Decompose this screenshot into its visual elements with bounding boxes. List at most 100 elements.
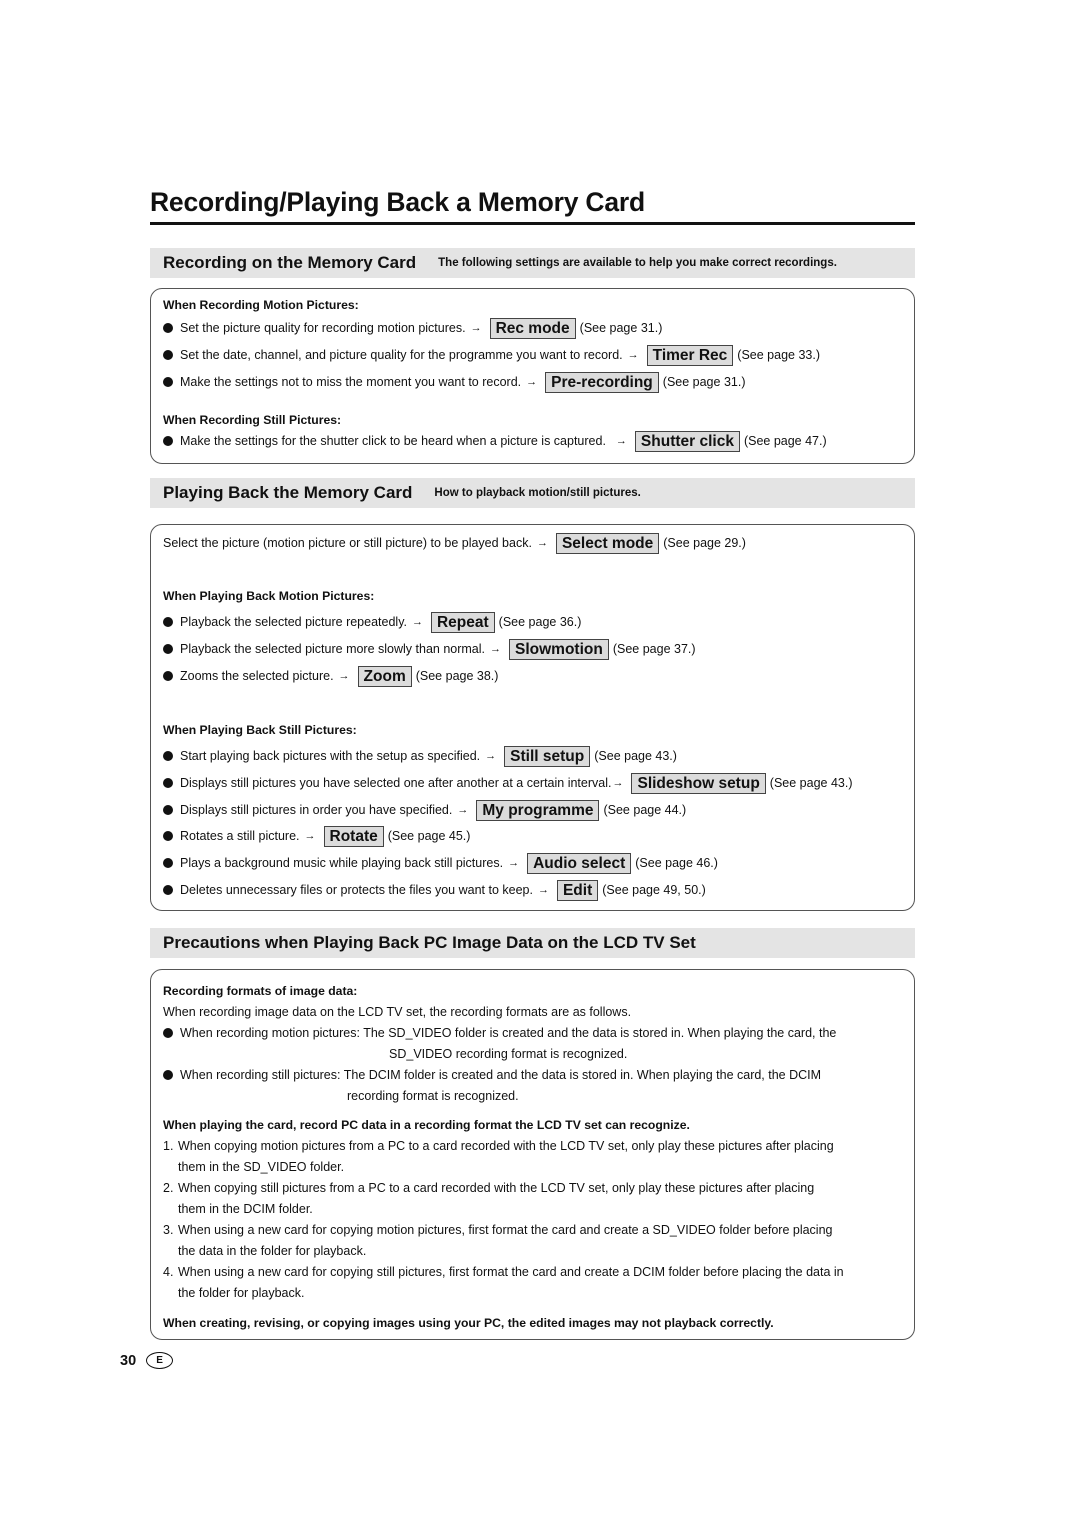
bullet-icon [163, 671, 173, 681]
still-setup-button[interactable]: Still setup [504, 745, 591, 767]
page-title: Recording/Playing Back a Memory Card [150, 186, 915, 225]
arrow-right-icon: → [470, 322, 482, 334]
bullet-icon [163, 778, 173, 788]
list-item: Displays still pictures you have selecte… [163, 772, 853, 794]
section-title: Playing Back the Memory Card [163, 483, 413, 502]
page-reference: (See page 43.) [594, 749, 677, 763]
item-text-continued: recording format is recognized. [347, 1089, 519, 1103]
page-reference: (See page 37.) [612, 642, 696, 656]
page-reference: (See page 45.) [387, 829, 471, 843]
page-reference: (See page 49, 50.) [602, 883, 706, 897]
item-number: 2. [163, 1181, 174, 1195]
item-text: Start playing back pictures with the set… [180, 749, 481, 763]
arrow-right-icon: → [485, 750, 497, 762]
arrow-right-icon: → [457, 804, 469, 816]
arrow-right-icon: → [338, 670, 350, 682]
list-item: Rotates a still picture. → Rotate (See p… [163, 825, 470, 847]
item-number: 1. [163, 1139, 174, 1153]
my-programme-button[interactable]: My programme [476, 799, 600, 821]
rotate-button[interactable]: Rotate [323, 825, 384, 847]
section-header-playback: Playing Back the Memory Card How to play… [150, 478, 915, 508]
item-text: When recording still pictures: The DCIM … [180, 1068, 822, 1082]
subheading-recording-still: When Recording Still Pictures: [163, 413, 342, 427]
page-reference: (See page 44.) [603, 803, 687, 817]
audio-select-button[interactable]: Audio select [527, 852, 632, 874]
bullet-icon [163, 617, 173, 627]
subheading-playback-motion: When Playing Back Motion Pictures: [163, 589, 375, 603]
item-text: Make the settings not to miss the moment… [180, 375, 522, 389]
select-mode-button[interactable]: Select mode [555, 532, 660, 554]
item-text: Set the date, channel, and picture quali… [180, 348, 623, 362]
list-item: Playback the selected picture repeatedly… [163, 611, 581, 633]
page-reference: (See page 38.) [415, 669, 499, 683]
page-reference: (See page 47.) [743, 434, 827, 448]
item-text: Select the picture (motion picture or st… [163, 536, 532, 550]
numbered-item: 1. When copying motion pictures from a P… [163, 1136, 913, 1178]
arrow-right-icon: → [411, 616, 423, 628]
pc-data-list: 1. When copying motion pictures from a P… [163, 1136, 913, 1304]
page-reference: (See page 36.) [498, 615, 582, 629]
item-text-continued: the data in the folder for playback. [178, 1244, 367, 1258]
item-text: When copying still pictures from a PC to… [178, 1181, 815, 1195]
timer-rec-button[interactable]: Timer Rec [646, 344, 734, 366]
bullet-icon [163, 751, 173, 761]
precautions-box: Recording formats of image data: When re… [150, 969, 915, 1340]
page-reference: (See page 31.) [662, 375, 746, 389]
section-title: Precautions when Playing Back PC Image D… [163, 933, 696, 952]
bullet-icon [163, 323, 173, 333]
section-header-precautions: Precautions when Playing Back PC Image D… [150, 928, 915, 958]
rec-mode-button[interactable]: Rec mode [489, 317, 576, 339]
page-reference: (See page 43.) [769, 776, 853, 790]
bullet-icon [163, 858, 173, 868]
playback-box: Select the picture (motion picture or st… [150, 524, 915, 911]
page-number: 30 [120, 1352, 137, 1369]
slowmotion-button[interactable]: Slowmotion [509, 638, 609, 660]
numbered-item: 4. When using a new card for copying sti… [163, 1262, 913, 1304]
slideshow-setup-button[interactable]: Slideshow setup [631, 772, 766, 794]
item-text: When using a new card for copying still … [178, 1265, 844, 1279]
list-item: Make the settings not to miss the moment… [163, 371, 745, 393]
page-reference: (See page 31.) [579, 321, 663, 335]
arrow-right-icon: → [612, 777, 624, 789]
bullet-icon [163, 831, 173, 841]
item-text: When copying motion pictures from a PC t… [178, 1139, 834, 1153]
list-item: Start playing back pictures with the set… [163, 745, 677, 767]
repeat-button[interactable]: Repeat [430, 611, 495, 633]
list-item: Displays still pictures in order you hav… [163, 799, 686, 821]
recording-box: When Recording Motion Pictures: Set the … [150, 288, 915, 464]
bullet-icon [163, 350, 173, 360]
page-reference: (See page 46.) [635, 856, 718, 870]
page-reference: (See page 29.) [663, 536, 746, 550]
item-text: Plays a background music while playing b… [180, 856, 504, 870]
item-text: Displays still pictures in order you hav… [180, 803, 453, 817]
item-text-continued: the folder for playback. [178, 1286, 305, 1300]
item-text: Playback the selected picture repeatedly… [180, 615, 407, 629]
formats-list: When recording motion pictures: The SD_V… [163, 1023, 908, 1107]
edit-button[interactable]: Edit [556, 879, 599, 901]
bullet-icon [163, 885, 173, 895]
item-text-continued: SD_VIDEO recording format is recognized. [389, 1047, 628, 1061]
section-title: Recording on the Memory Card [163, 253, 417, 272]
list-item: Set the date, channel, and picture quali… [163, 344, 820, 366]
list-item: Deletes unnecessary files or protects th… [163, 879, 706, 901]
item-text: Playback the selected picture more slowl… [180, 642, 486, 656]
subheading-formats: Recording formats of image data: [163, 984, 358, 998]
arrow-right-icon: → [536, 537, 548, 549]
item-number: 4. [163, 1265, 174, 1279]
zoom-button[interactable]: Zoom [357, 665, 412, 687]
subheading-playback-still: When Playing Back Still Pictures: [163, 723, 357, 737]
arrow-right-icon: → [615, 435, 627, 447]
bullet-icon [163, 1028, 173, 1038]
pc-data-heading: When playing the card, record PC data in… [163, 1118, 690, 1132]
bullet-icon [163, 644, 173, 654]
item-text: Displays still pictures you have selecte… [180, 776, 612, 790]
pre-recording-button[interactable]: Pre-recording [545, 371, 659, 393]
language-badge-icon: E [146, 1352, 174, 1369]
section-header-recording: Recording on the Memory Card The followi… [150, 248, 915, 278]
item-text: When using a new card for copying motion… [178, 1223, 833, 1237]
list-item: When recording motion pictures: The SD_V… [163, 1023, 908, 1065]
section-subtitle: The following settings are available to … [438, 257, 837, 269]
shutter-click-button[interactable]: Shutter click [634, 430, 740, 452]
subheading-recording-motion: When Recording Motion Pictures: [163, 298, 359, 312]
item-text: Rotates a still picture. [180, 829, 300, 843]
